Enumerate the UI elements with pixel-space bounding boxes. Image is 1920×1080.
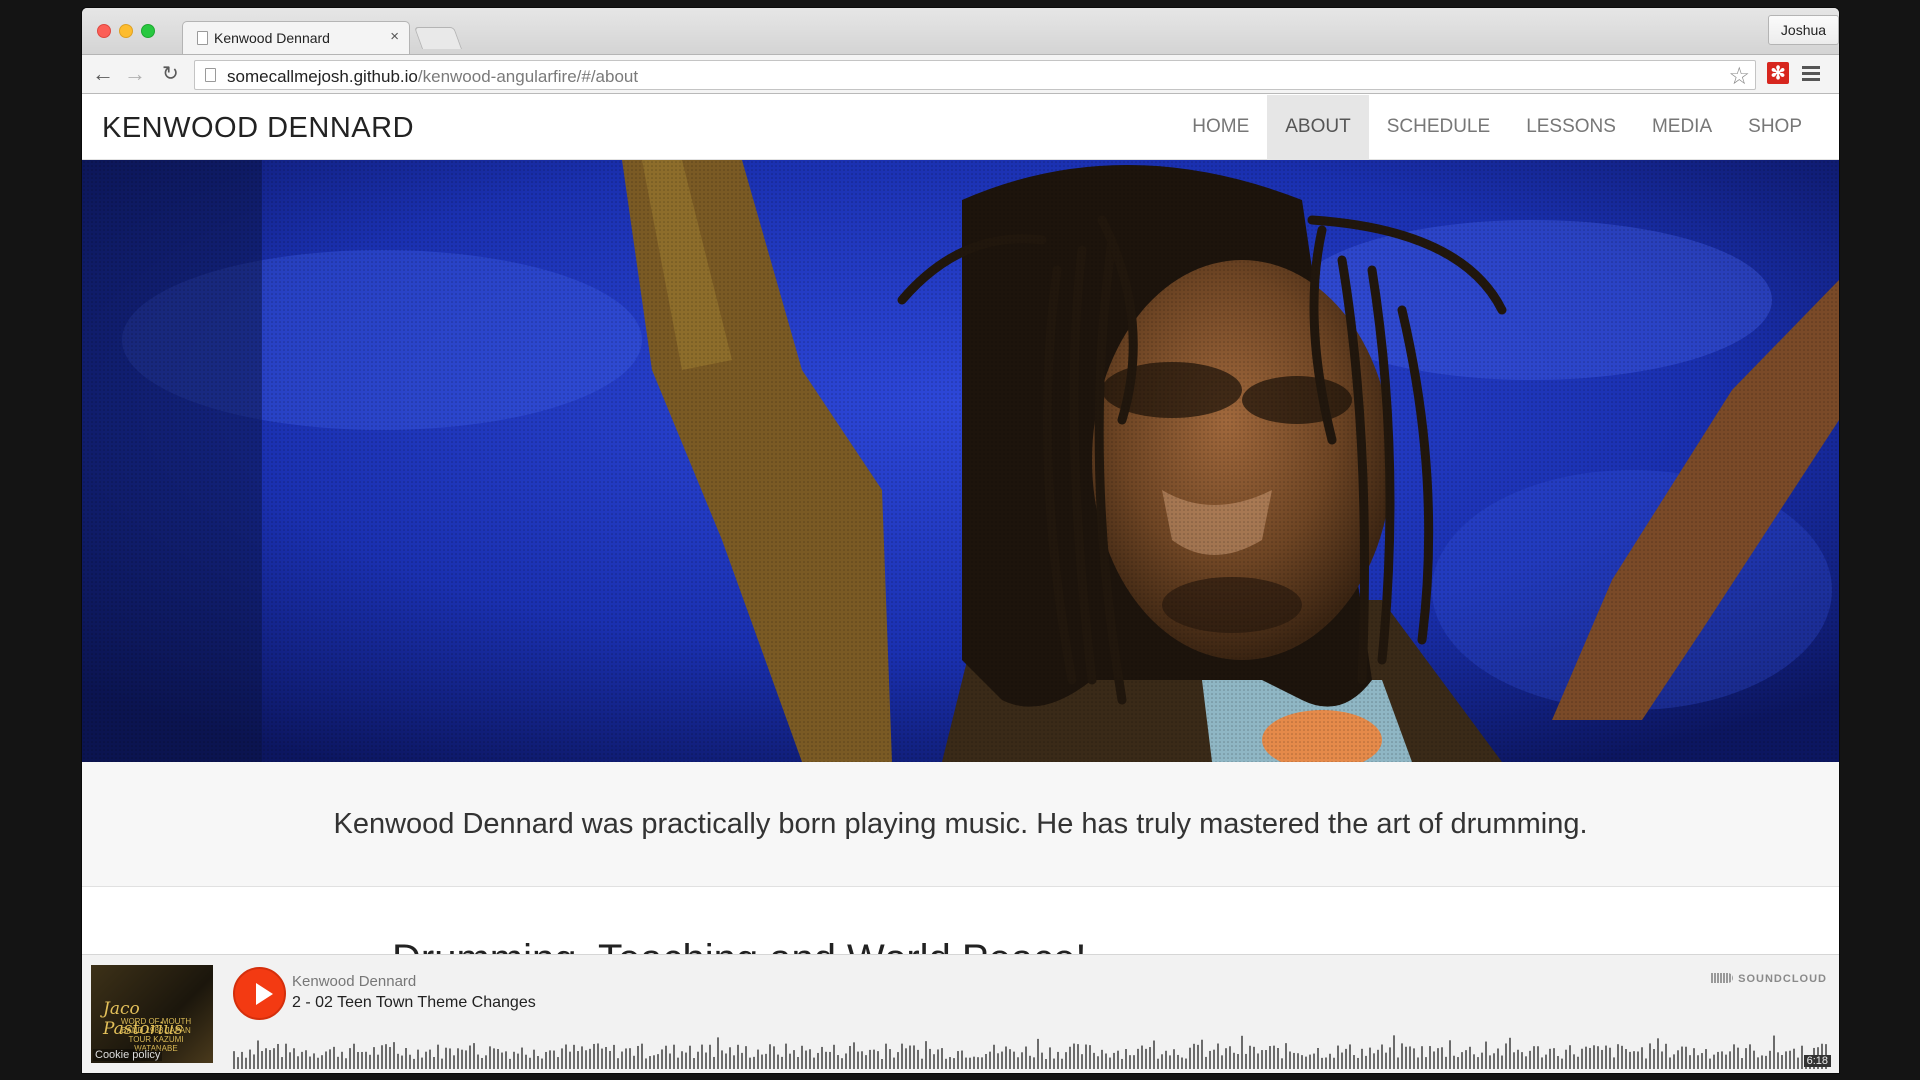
waveform[interactable] bbox=[233, 1035, 1828, 1069]
url-host: somecallmejosh.github.io bbox=[227, 67, 418, 86]
tab-title: Kenwood Dennard bbox=[214, 30, 330, 46]
tab-close-icon[interactable]: × bbox=[390, 28, 399, 45]
cookie-policy-link[interactable]: Cookie policy bbox=[93, 1049, 163, 1061]
extension-icon[interactable]: ✻ bbox=[1767, 62, 1789, 84]
artwork-subtitle: WORD OF MOUTH BAND 1983 JAPAN TOUR KAZUM… bbox=[120, 1017, 192, 1053]
soundcloud-label: SOUNDCLOUD bbox=[1738, 973, 1827, 985]
address-bar[interactable]: somecallmejosh.github.io/kenwood-angular… bbox=[194, 60, 1756, 90]
new-tab-button[interactable] bbox=[413, 27, 463, 49]
browser-tab[interactable]: Kenwood Dennard × bbox=[182, 21, 410, 54]
soundcloud-logo[interactable]: SOUNDCLOUD bbox=[1711, 973, 1827, 985]
nav-lessons[interactable]: LESSONS bbox=[1508, 95, 1634, 160]
play-button[interactable] bbox=[233, 967, 286, 1020]
soundcloud-icon bbox=[1711, 973, 1734, 983]
nav-shop[interactable]: SHOP bbox=[1730, 95, 1820, 160]
nav-home[interactable]: HOME bbox=[1174, 95, 1267, 160]
tagline-band: Kenwood Dennard was practically born pla… bbox=[82, 762, 1839, 887]
site-brand[interactable]: KENWOOD DENNARD bbox=[102, 112, 414, 145]
track-artist[interactable]: Kenwood Dennard bbox=[292, 973, 416, 990]
url-path: /kenwood-angularfire/#/about bbox=[417, 67, 639, 86]
track-duration: 6:18 bbox=[1803, 1055, 1831, 1067]
page-icon bbox=[205, 68, 216, 82]
star-icon[interactable]: ☆ bbox=[1728, 62, 1750, 91]
reload-icon[interactable]: ↻ bbox=[162, 61, 179, 87]
arrow-left-icon[interactable]: ← bbox=[92, 61, 114, 87]
tab-strip: Kenwood Dennard × Joshua bbox=[82, 8, 1839, 54]
zoom-window-button[interactable] bbox=[141, 24, 155, 38]
nav-links: HOME ABOUT SCHEDULE LESSONS MEDIA SHOP bbox=[1174, 95, 1820, 160]
hero-image bbox=[82, 160, 1839, 762]
browser-toolbar: ← → ↻ somecallmejosh.github.io/kenwood-a… bbox=[82, 54, 1839, 94]
nav-media[interactable]: MEDIA bbox=[1634, 95, 1730, 160]
nav-schedule[interactable]: SCHEDULE bbox=[1369, 95, 1508, 160]
profile-button[interactable]: Joshua bbox=[1768, 15, 1839, 45]
close-window-button[interactable] bbox=[97, 24, 111, 38]
hamburger-menu-icon[interactable] bbox=[1802, 66, 1820, 84]
track-title[interactable]: 2 - 02 Teen Town Theme Changes bbox=[292, 994, 536, 1012]
nav-about[interactable]: ABOUT bbox=[1267, 95, 1369, 160]
tagline-text: Kenwood Dennard was practically born pla… bbox=[333, 808, 1588, 840]
browser-window: Kenwood Dennard × Joshua ← → ↻ somecallm… bbox=[82, 8, 1839, 1073]
minimize-window-button[interactable] bbox=[119, 24, 133, 38]
url-text[interactable]: somecallmejosh.github.io/kenwood-angular… bbox=[227, 67, 638, 87]
arrow-right-icon[interactable]: → bbox=[124, 61, 146, 87]
page-icon bbox=[197, 31, 208, 45]
album-artwork[interactable]: Jaco Pastorius WORD OF MOUTH BAND 1983 J… bbox=[91, 965, 213, 1063]
soundcloud-player: Jaco Pastorius WORD OF MOUTH BAND 1983 J… bbox=[82, 954, 1839, 1073]
site-navbar: KENWOOD DENNARD HOME ABOUT SCHEDULE LESS… bbox=[82, 95, 1839, 160]
